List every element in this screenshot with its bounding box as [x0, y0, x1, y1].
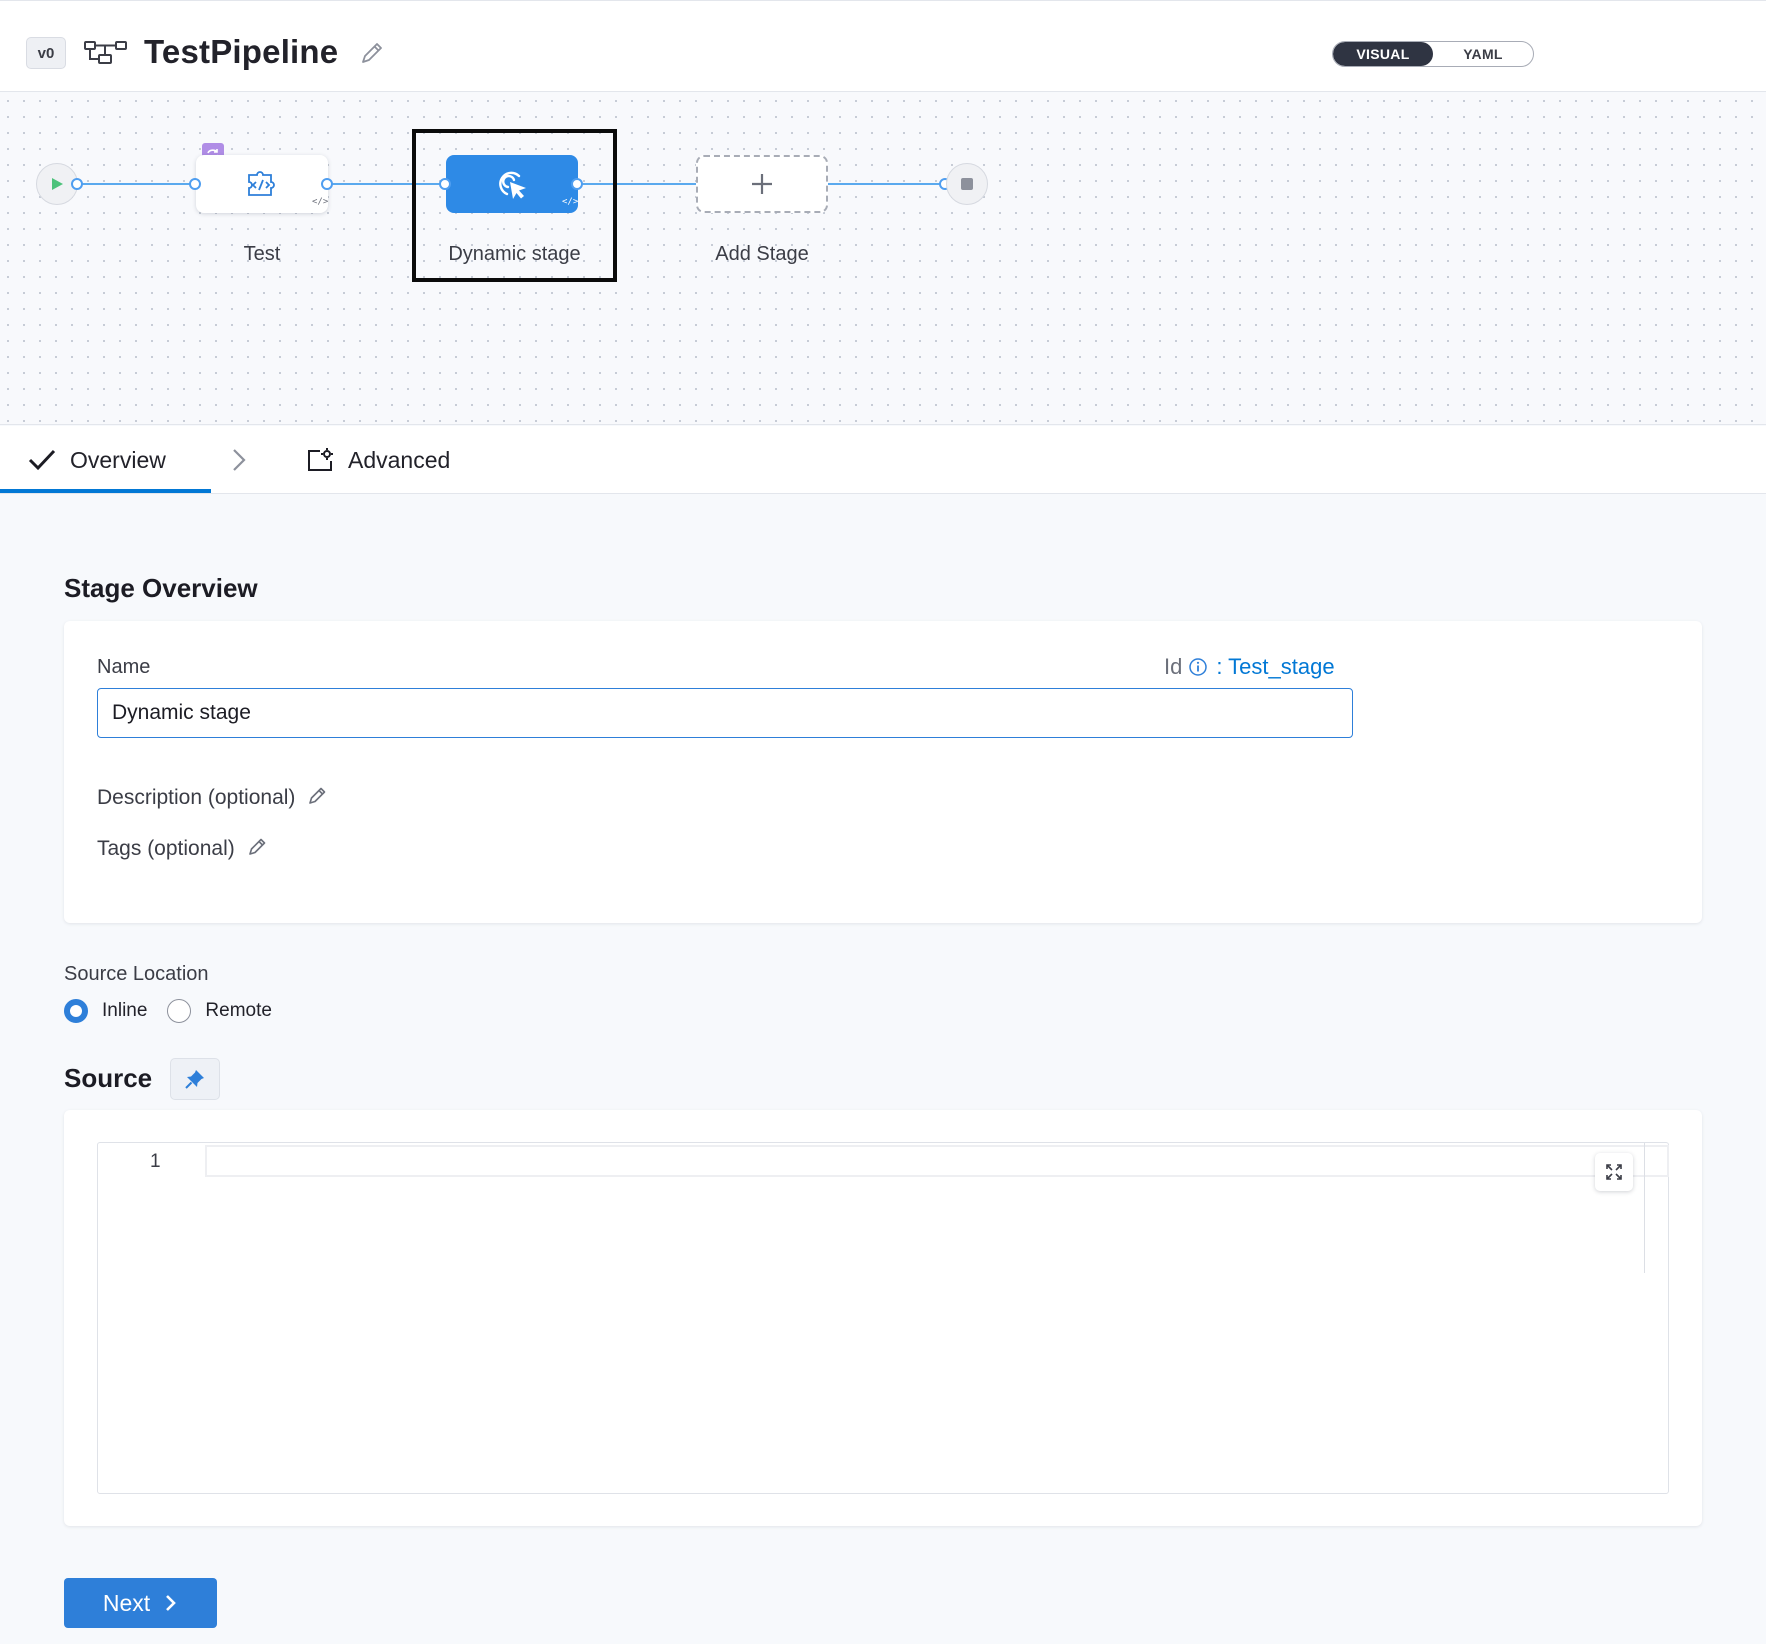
- tags-toggle[interactable]: Tags (optional): [97, 837, 269, 861]
- start-port: [71, 178, 83, 190]
- line-number: 1: [150, 1151, 161, 1172]
- tab-overview-label: Overview: [70, 446, 166, 473]
- description-toggle[interactable]: Description (optional): [97, 786, 329, 810]
- dynamic-stage-cursor-icon: [499, 171, 526, 199]
- pipeline-icon: [84, 41, 127, 64]
- edit-pencil-icon: [309, 787, 326, 804]
- chevron-right-icon: [166, 1595, 176, 1611]
- name-label: Name: [97, 656, 151, 678]
- next-button[interactable]: Next: [64, 1578, 217, 1628]
- stage-label-test: Test: [243, 243, 281, 265]
- pipeline-canvas[interactable]: </> Test </> Dynamic stage Add Stage: [0, 93, 1766, 425]
- check-icon: [28, 449, 56, 471]
- test-input-port: [189, 178, 201, 190]
- active-tab-indicator: [0, 489, 211, 493]
- settings-box-icon: [308, 448, 333, 471]
- view-mode-toggle[interactable]: VISUAL YAML: [1332, 41, 1534, 67]
- stage-id: Id : Test_stage: [1164, 654, 1335, 680]
- stage-name-input[interactable]: [97, 688, 1353, 738]
- editor-scrollbar[interactable]: [1644, 1143, 1645, 1273]
- custom-stage-code-icon: [248, 171, 275, 196]
- dynamic-output-port: [571, 178, 583, 190]
- inline-radio-label[interactable]: Inline: [102, 1000, 147, 1022]
- remote-radio-label[interactable]: Remote: [205, 1000, 272, 1022]
- stop-icon: [961, 178, 973, 190]
- pipeline-end-node: [946, 163, 988, 205]
- yaml-toggle-button[interactable]: YAML: [1433, 42, 1533, 66]
- info-icon[interactable]: [1188, 657, 1208, 677]
- source-heading: Source: [64, 1063, 153, 1093]
- dynamic-input-port: [439, 178, 451, 190]
- stage-overview-heading: Stage Overview: [64, 573, 258, 603]
- pipeline-title: TestPipeline: [144, 33, 339, 70]
- edit-pencil-icon: [248, 838, 266, 855]
- play-icon: [52, 178, 63, 190]
- next-button-label: Next: [102, 1589, 151, 1616]
- edit-pencil-icon[interactable]: [358, 39, 386, 67]
- code-badge-icon: </>: [562, 197, 579, 207]
- expand-icon: [1606, 1164, 1622, 1180]
- stage-overview-card: [64, 621, 1702, 923]
- plus-icon: [752, 174, 772, 194]
- visual-toggle-button[interactable]: VISUAL: [1333, 42, 1433, 66]
- stage-node-dynamic[interactable]: </>: [446, 155, 578, 213]
- version-badge[interactable]: v0: [26, 37, 66, 69]
- tab-advanced[interactable]: Advanced: [306, 426, 450, 494]
- source-location-radio-group: Inline Remote: [64, 999, 272, 1023]
- source-location-label: Source Location: [64, 963, 209, 985]
- tags-label: Tags (optional): [97, 837, 235, 860]
- stage-label-dynamic: Dynamic stage: [448, 243, 581, 265]
- chevron-right-icon: [233, 449, 246, 471]
- pipeline-header: v0 TestPipeline VISUAL YAML: [0, 0, 1766, 92]
- pin-button[interactable]: [170, 1058, 220, 1100]
- source-code-editor[interactable]: 1: [97, 1142, 1669, 1494]
- id-value: : Test_stage: [1216, 654, 1335, 679]
- tab-overview[interactable]: Overview: [28, 426, 166, 494]
- test-output-port: [321, 178, 333, 190]
- code-badge-icon: </>: [312, 197, 329, 207]
- stage-tabs: Overview Advanced: [0, 426, 1766, 494]
- expand-editor-button[interactable]: [1595, 1153, 1633, 1191]
- id-label: Id: [1164, 654, 1183, 679]
- stage-node-test[interactable]: </>: [196, 155, 328, 213]
- stage-label-add: Add Stage: [715, 243, 809, 265]
- description-label: Description (optional): [97, 786, 296, 809]
- pin-icon: [185, 1070, 204, 1089]
- inline-radio[interactable]: [64, 999, 88, 1023]
- remote-radio[interactable]: [167, 999, 192, 1023]
- current-line-highlight[interactable]: [205, 1145, 1669, 1177]
- add-stage-button[interactable]: [696, 155, 828, 213]
- tab-advanced-label: Advanced: [348, 446, 451, 473]
